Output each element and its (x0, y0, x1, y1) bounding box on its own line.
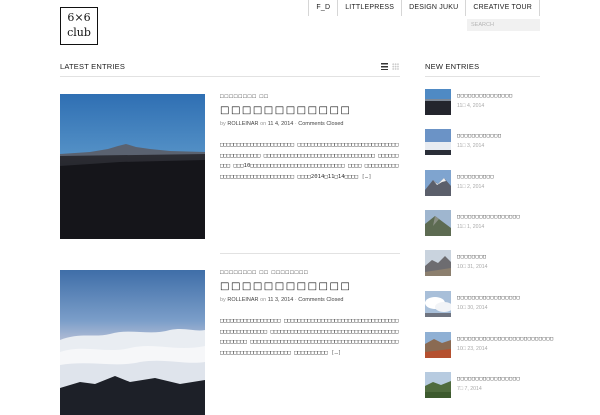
sidebar-entry-thumbnail[interactable] (425, 89, 451, 115)
sidebar-entry-title[interactable]: □□□□□□□□□□□□□□□□□ (457, 214, 520, 220)
sidebar-entry-thumbnail[interactable] (425, 129, 451, 155)
sea-of-clouds-photo (60, 270, 205, 415)
sidebar-entry-date: 11□ 3, 2014 (457, 143, 485, 149)
post-thumbnail-2[interactable] (60, 270, 205, 415)
meta-on: on (260, 297, 267, 303)
sidebar-entry-title[interactable]: □□□□□□□□□□□□ (457, 133, 502, 139)
view-toggle (381, 63, 399, 70)
sidebar-entry-thumbnail[interactable] (425, 372, 451, 398)
sidebar-entry-title[interactable]: □□□□□□□□□□□□□□□ (457, 93, 513, 99)
logo-line-2: club (67, 26, 91, 39)
sidebar-entry[interactable]: □□□□□□□□□□□□□□□□□ 7□ 7, 2014 (425, 372, 540, 398)
post-title[interactable]: □□□□□□□□□□□□ (220, 281, 400, 292)
nav-link-littlepress[interactable]: LITTLEPRESS (337, 0, 401, 16)
cloud-sky-thumb (425, 291, 451, 317)
mountain-dusk-photo (60, 94, 205, 239)
meta-on: on (260, 121, 267, 127)
sidebar-entry-title[interactable]: □□□□□□□□□□ (457, 174, 494, 180)
search-input[interactable] (467, 19, 540, 31)
post-title[interactable]: □□□□□□□□□□□□ (220, 105, 400, 116)
rocky-ridge-thumb (425, 250, 451, 276)
post-meta: by ROLLEINAR on 11 4, 2014 · Comments Cl… (220, 121, 400, 127)
latest-entries-heading: LATEST ENTRIES (60, 62, 126, 71)
sidebar-entry-title[interactable]: □□□□□□□□□□□□□□□□□ (457, 376, 520, 382)
sidebar-entry[interactable]: □□□□□□□□□□□□□□□ 11□ 4, 2014 (425, 89, 540, 115)
sidebar-entry-date: 10□ 31, 2014 (457, 264, 488, 270)
post-meta: by ROLLEINAR on 11 3, 2014 · Comments Cl… (220, 297, 400, 303)
logo-line-1: 6×6 (67, 11, 91, 24)
sidebar-entry-title[interactable]: □□□□□□□□ (457, 254, 487, 260)
autumn-mountain-thumb (425, 332, 451, 358)
sidebar-entry-title[interactable]: □□□□□□□□□□□□□□□□□□□□□□□□□□ (457, 336, 554, 342)
sidebar-entry-thumbnail[interactable] (425, 250, 451, 276)
sidebar-entry[interactable]: □□□□□□□□□□ 11□ 2, 2014 (425, 170, 540, 196)
clouds-thumb (425, 129, 451, 155)
sidebar-entry-thumbnail[interactable] (425, 170, 451, 196)
meta-separator: · (294, 297, 297, 303)
post-excerpt: □□□□□□□□□□□□□□□□□□□□□□ □□□□□□□□□□□□□□□□□… (220, 140, 400, 182)
meta-by: by (220, 121, 226, 127)
post-divider (220, 253, 400, 254)
sidebar-heading-divider (425, 76, 540, 77)
post-date: 11 4, 2014 (267, 121, 294, 127)
post-entry-1: □□□□□□□□ □□ □□□□□□□□□□□□ by ROLLEINAR on… (60, 94, 400, 244)
post-author-link[interactable]: ROLLEINAR (227, 121, 258, 127)
post-body-1: □□□□□□□□ □□ □□□□□□□□□□□□ by ROLLEINAR on… (220, 94, 400, 182)
post-entry-2: □□□□□□□□ □□ □□□□□□□□ □□□□□□□□□□□□ by ROL… (60, 270, 400, 415)
sidebar-entry[interactable]: □□□□□□□□□□□□ 11□ 3, 2014 (425, 129, 540, 155)
nav-link-design-juku[interactable]: DESIGN JUKU (401, 0, 465, 16)
sidebar-entry[interactable]: □□□□□□□□□□□□□□□□□ 10□ 30, 2014 (425, 291, 540, 317)
list-view-icon[interactable] (381, 63, 388, 70)
top-navigation: F_D LITTLEPRESS DESIGN JUKU CREATIVE TOU… (308, 0, 540, 16)
post-excerpt: □□□□□□□□□□□□□□□□□□ □□□□□□□□□□□□□□□□□□□□□… (220, 316, 400, 358)
sidebar-entry-date: 10□ 30, 2014 (457, 305, 488, 311)
sidebar-entry-thumbnail[interactable] (425, 291, 451, 317)
post-categories[interactable]: □□□□□□□□ □□ (220, 94, 400, 100)
read-more-link[interactable]: […] (331, 350, 341, 356)
sidebar-entry-thumbnail[interactable] (425, 332, 451, 358)
read-more-link[interactable]: […] (361, 174, 371, 180)
site-logo[interactable]: 6×6 club (60, 7, 98, 45)
snow-peak-thumb (425, 170, 451, 196)
sidebar-entry-date: 11□ 2, 2014 (457, 184, 485, 190)
post-date: 11 3, 2014 (267, 297, 294, 303)
sidebar-entry-date: 11□ 1, 2014 (457, 224, 485, 230)
post-categories[interactable]: □□□□□□□□ □□ □□□□□□□□ (220, 270, 400, 276)
sidebar-entry[interactable]: □□□□□□□□□□□□□□□□□ 11□ 1, 2014 (425, 210, 540, 236)
sidebar-entry[interactable]: □□□□□□□□□□□□□□□□□□□□□□□□□□ 10□ 23, 2014 (425, 332, 553, 358)
post-excerpt-text: □□□□□□□□□□□□□□□□□□□□□□ □□□□□□□□□□□□□□□□□… (220, 142, 399, 180)
post-excerpt-text: □□□□□□□□□□□□□□□□□□ □□□□□□□□□□□□□□□□□□□□□… (220, 318, 399, 356)
main-heading-divider (60, 76, 400, 77)
sidebar-entry[interactable]: □□□□□□□□ 10□ 31, 2014 (425, 250, 540, 276)
sidebar-entry-date: 11□ 4, 2014 (457, 103, 485, 109)
meta-separator: · (294, 121, 297, 127)
sidebar-entry-date: 10□ 23, 2014 (457, 346, 488, 352)
post-comments-status: Comments Closed (298, 121, 344, 127)
sidebar-entry-date: 7□ 7, 2014 (457, 386, 482, 392)
green-slope-thumb (425, 210, 451, 236)
nav-link-creative-tour[interactable]: CREATIVE TOUR (465, 0, 540, 16)
post-comments-status: Comments Closed (298, 297, 344, 303)
sidebar-entry-thumbnail[interactable] (425, 210, 451, 236)
nav-link-fd[interactable]: F_D (308, 0, 337, 16)
post-thumbnail-1[interactable] (60, 94, 205, 239)
sidebar-entry-title[interactable]: □□□□□□□□□□□□□□□□□ (457, 295, 520, 301)
mountain-dusk-thumb (425, 89, 451, 115)
post-author-link[interactable]: ROLLEINAR (227, 297, 258, 303)
new-entries-heading: NEW ENTRIES (425, 62, 480, 71)
post-body-2: □□□□□□□□ □□ □□□□□□□□ □□□□□□□□□□□□ by ROL… (220, 270, 400, 358)
meta-by: by (220, 297, 226, 303)
green-valley-thumb (425, 372, 451, 398)
grid-view-icon[interactable] (392, 63, 399, 70)
